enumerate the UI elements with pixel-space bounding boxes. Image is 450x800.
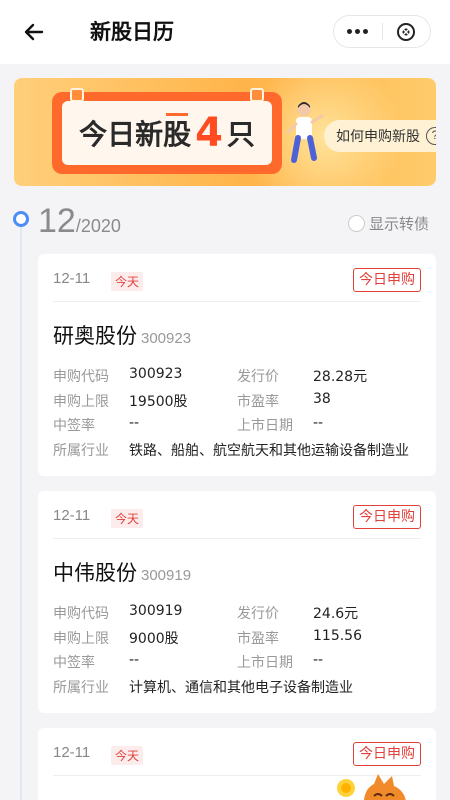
label-price: 发行价 [237, 606, 279, 622]
detail-row: 所属行业 计算机、通信和其他电子设备制造业 [53, 677, 423, 702]
detail-row: 申购上限 9000股 市盈率 115.56 [53, 628, 423, 653]
label-limit: 申购上限 [53, 630, 109, 647]
value-price: 24.6元 [313, 606, 359, 622]
more-dots-icon [347, 29, 369, 34]
stock-code: 300919 [141, 567, 192, 584]
new-stock-banner[interactable]: 今日新股 4 只 如何申购新股 ? [14, 78, 436, 186]
status-badge: 今日申购 [353, 742, 421, 766]
question-icon: ? [426, 127, 436, 145]
mini-program-capsule [333, 15, 431, 48]
value-lottery: -- [129, 415, 140, 431]
month-number: 12 [38, 202, 76, 240]
detail-row: 申购代码 300923 发行价 28.28元 [53, 366, 423, 391]
close-button[interactable] [383, 16, 431, 47]
banner-board: 今日新股 4 只 [52, 88, 282, 174]
board-tag-left [70, 88, 84, 102]
toggle-label: 显示转债 [369, 215, 430, 233]
radio-icon[interactable] [348, 215, 365, 232]
value-code: 300919 [129, 603, 183, 619]
stock-code: 300923 [141, 330, 192, 347]
detail-row: 所属行业 铁路、船舶、航空航天和其他运输设备制造业 [53, 440, 423, 465]
card-date: 12-11 [53, 507, 91, 524]
card-date: 12-11 [53, 744, 91, 761]
card-header: 12-11 今天 今日申购 [53, 268, 421, 302]
banner-text: 今日新股 4 只 [62, 101, 272, 165]
back-button[interactable] [18, 16, 50, 48]
stock-name: 研奥股份 [53, 324, 137, 348]
detail-grid: 申购代码 300919 发行价 24.6元 申购上限 9000股 市盈率 115… [53, 603, 423, 701]
label-listing: 上市日期 [237, 655, 293, 671]
today-badge: 今天 [111, 509, 144, 528]
value-price: 28.28元 [313, 369, 368, 385]
value-code: 300923 [129, 366, 183, 382]
stock-name-line: 研奥股份 300923 [53, 320, 191, 350]
label-lottery: 中签率 [53, 655, 95, 671]
card-header: 12-11 今天 今日申购 [53, 505, 421, 539]
label-pe: 市盈率 [237, 630, 279, 647]
label-price: 发行价 [237, 369, 279, 385]
status-badge: 今日申购 [353, 268, 421, 292]
value-pe: 38 [313, 390, 331, 407]
timeline-line [20, 224, 22, 800]
show-convertible-bonds-toggle[interactable]: 显示转债 [348, 213, 429, 234]
label-industry: 所属行业 [53, 679, 109, 696]
new-stock-count: 4 [195, 110, 223, 156]
month-heading: 12/2020 [38, 202, 121, 241]
year-label: /2020 [75, 216, 121, 236]
card-date: 12-11 [53, 270, 91, 287]
label-listing: 上市日期 [237, 418, 293, 434]
banner-text-suffix: 只 [226, 118, 255, 151]
ipo-card[interactable]: 12-11 今天 今日申购 研奥股份 300923 申购代码 300923 发行价… [38, 254, 436, 476]
detail-grid: 申购代码 300923 发行价 28.28元 申购上限 19500股 市盈率 3… [53, 366, 423, 464]
value-listing: -- [313, 415, 324, 431]
today-badge: 今天 [111, 746, 144, 765]
timeline-dot [13, 211, 29, 227]
how-to-label: 如何申购新股 [336, 129, 420, 145]
value-industry: 铁路、船舶、航空航天和其他运输设备制造业 [129, 442, 409, 459]
value-industry: 计算机、通信和其他电子设备制造业 [129, 679, 353, 696]
stock-name-line: 中伟股份 300919 [53, 557, 191, 587]
value-limit: 19500股 [129, 393, 188, 410]
value-listing: -- [313, 652, 324, 668]
detail-row: 申购代码 300919 发行价 24.6元 [53, 603, 423, 628]
value-limit: 9000股 [129, 630, 179, 647]
close-circle-icon [397, 22, 416, 41]
stock-name: 中伟股份 [53, 561, 137, 585]
ipo-card[interactable]: 12-11 今天 今日申购 中伟股份 300919 申购代码 300919 发行价… [38, 491, 436, 713]
arrow-left-icon [24, 23, 44, 41]
value-lottery: -- [129, 652, 140, 668]
label-code: 申购代码 [53, 606, 109, 622]
board-bar [166, 113, 188, 116]
label-pe: 市盈率 [237, 393, 279, 410]
mascot-icon [337, 774, 406, 800]
page-title: 新股日历 [90, 20, 174, 44]
label-limit: 申购上限 [53, 393, 109, 410]
value-pe: 115.56 [313, 627, 362, 644]
more-button[interactable] [334, 16, 382, 47]
today-badge: 今天 [111, 272, 144, 291]
how-to-subscribe-button[interactable]: 如何申购新股 ? [324, 120, 436, 152]
board-tag-right [250, 88, 264, 102]
detail-row: 中签率 -- 上市日期 -- [53, 652, 423, 677]
banner-text-prefix: 今日新股 [79, 118, 192, 151]
detail-row: 申购上限 19500股 市盈率 38 [53, 391, 423, 416]
label-industry: 所属行业 [53, 442, 109, 459]
person-illustration [286, 102, 324, 163]
label-lottery: 中签率 [53, 418, 95, 434]
detail-row: 中签率 -- 上市日期 -- [53, 415, 423, 440]
status-badge: 今日申购 [353, 505, 421, 529]
label-code: 申购代码 [53, 369, 109, 385]
top-navigation-bar: 新股日历 [0, 0, 450, 64]
